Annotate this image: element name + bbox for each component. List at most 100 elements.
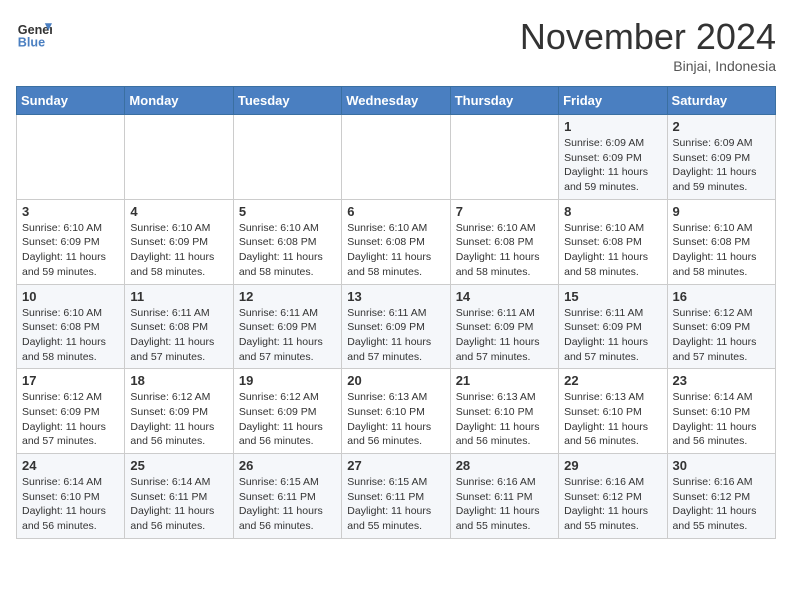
calendar-cell (342, 115, 450, 200)
day-info: Sunrise: 6:11 AM Sunset: 6:09 PM Dayligh… (564, 306, 661, 365)
day-info: Sunrise: 6:09 AM Sunset: 6:09 PM Dayligh… (673, 136, 770, 195)
calendar-cell: 27 Sunrise: 6:15 AM Sunset: 6:11 PM Dayli… (342, 454, 450, 539)
day-number: 20 (347, 373, 444, 388)
day-number: 23 (673, 373, 770, 388)
day-number: 21 (456, 373, 553, 388)
calendar-cell: 12Sunrise: 6:11 AM Sunset: 6:09 PM Dayli… (233, 284, 341, 369)
calendar-cell (233, 115, 341, 200)
week-row-5: 24 Sunrise: 6:14 AM Sunset: 6:10 PM Dayli… (17, 454, 776, 539)
calendar-cell: 5Sunrise: 6:10 AM Sunset: 6:08 PM Daylig… (233, 199, 341, 284)
calendar-cell: 17 Sunrise: 6:12 AM Sunset: 6:09 PM Dayli… (17, 369, 125, 454)
logo: General Blue (16, 16, 52, 52)
day-info: Sunrise: 6:11 AM Sunset: 6:09 PM Dayligh… (347, 306, 444, 365)
day-number: 30 (673, 458, 770, 473)
day-info: Sunrise: 6:14 AM Sunset: 6:10 PM Dayligh… (22, 475, 119, 534)
calendar-cell: 15 Sunrise: 6:11 AM Sunset: 6:09 PM Dayli… (559, 284, 667, 369)
calendar-cell: 25 Sunrise: 6:14 AM Sunset: 6:11 PM Dayli… (125, 454, 233, 539)
day-number: 9 (673, 204, 770, 219)
calendar-cell (450, 115, 558, 200)
day-info: Sunrise: 6:16 AM Sunset: 6:12 PM Dayligh… (673, 475, 770, 534)
calendar-cell: 4Sunrise: 6:10 AM Sunset: 6:09 PM Daylig… (125, 199, 233, 284)
day-number: 26 (239, 458, 336, 473)
logo-icon: General Blue (16, 16, 52, 52)
weekday-header-sunday: Sunday (17, 87, 125, 115)
day-number: 2 (673, 119, 770, 134)
week-row-2: 3 Sunrise: 6:10 AM Sunset: 6:09 PM Daylig… (17, 199, 776, 284)
day-info: Sunrise: 6:12 AM Sunset: 6:09 PM Dayligh… (22, 390, 119, 449)
day-number: 4 (130, 204, 227, 219)
calendar-cell: 30 Sunrise: 6:16 AM Sunset: 6:12 PM Dayli… (667, 454, 775, 539)
day-info: Sunrise: 6:13 AM Sunset: 6:10 PM Dayligh… (564, 390, 661, 449)
day-info: Sunrise: 6:14 AM Sunset: 6:11 PM Dayligh… (130, 475, 227, 534)
day-number: 29 (564, 458, 661, 473)
day-info: Sunrise: 6:16 AM Sunset: 6:11 PM Dayligh… (456, 475, 553, 534)
calendar-cell: 3 Sunrise: 6:10 AM Sunset: 6:09 PM Daylig… (17, 199, 125, 284)
day-number: 17 (22, 373, 119, 388)
calendar-cell: 29 Sunrise: 6:16 AM Sunset: 6:12 PM Dayli… (559, 454, 667, 539)
day-number: 27 (347, 458, 444, 473)
calendar-cell: 22 Sunrise: 6:13 AM Sunset: 6:10 PM Dayli… (559, 369, 667, 454)
calendar-cell: 8Sunrise: 6:10 AM Sunset: 6:08 PM Daylig… (559, 199, 667, 284)
weekday-header-friday: Friday (559, 87, 667, 115)
day-info: Sunrise: 6:10 AM Sunset: 6:08 PM Dayligh… (673, 221, 770, 280)
day-info: Sunrise: 6:15 AM Sunset: 6:11 PM Dayligh… (239, 475, 336, 534)
day-number: 28 (456, 458, 553, 473)
calendar-cell: 18 Sunrise: 6:12 AM Sunset: 6:09 PM Dayli… (125, 369, 233, 454)
calendar-cell: 14 Sunrise: 6:11 AM Sunset: 6:09 PM Dayli… (450, 284, 558, 369)
calendar-cell: 1 Sunrise: 6:09 AM Sunset: 6:09 PM Daylig… (559, 115, 667, 200)
day-info: Sunrise: 6:15 AM Sunset: 6:11 PM Dayligh… (347, 475, 444, 534)
day-info: Sunrise: 6:12 AM Sunset: 6:09 PM Dayligh… (239, 390, 336, 449)
day-info: Sunrise: 6:10 AM Sunset: 6:08 PM Dayligh… (564, 221, 661, 280)
calendar-cell: 20 Sunrise: 6:13 AM Sunset: 6:10 PM Dayli… (342, 369, 450, 454)
day-info: Sunrise: 6:16 AM Sunset: 6:12 PM Dayligh… (564, 475, 661, 534)
calendar-cell: 2 Sunrise: 6:09 AM Sunset: 6:09 PM Daylig… (667, 115, 775, 200)
weekday-header-row: SundayMondayTuesdayWednesdayThursdayFrid… (17, 87, 776, 115)
day-number: 1 (564, 119, 661, 134)
week-row-4: 17 Sunrise: 6:12 AM Sunset: 6:09 PM Dayli… (17, 369, 776, 454)
weekday-header-wednesday: Wednesday (342, 87, 450, 115)
svg-text:Blue: Blue (18, 36, 45, 50)
calendar-cell: 11Sunrise: 6:11 AM Sunset: 6:08 PM Dayli… (125, 284, 233, 369)
day-number: 18 (130, 373, 227, 388)
day-number: 6 (347, 204, 444, 219)
location: Binjai, Indonesia (520, 58, 776, 74)
day-info: Sunrise: 6:09 AM Sunset: 6:09 PM Dayligh… (564, 136, 661, 195)
title-block: November 2024 Binjai, Indonesia (520, 16, 776, 74)
day-info: Sunrise: 6:10 AM Sunset: 6:09 PM Dayligh… (22, 221, 119, 280)
calendar-cell: 26 Sunrise: 6:15 AM Sunset: 6:11 PM Dayli… (233, 454, 341, 539)
weekday-header-tuesday: Tuesday (233, 87, 341, 115)
calendar-cell: 6Sunrise: 6:10 AM Sunset: 6:08 PM Daylig… (342, 199, 450, 284)
weekday-header-thursday: Thursday (450, 87, 558, 115)
day-number: 22 (564, 373, 661, 388)
calendar-cell: 9 Sunrise: 6:10 AM Sunset: 6:08 PM Daylig… (667, 199, 775, 284)
day-number: 13 (347, 289, 444, 304)
day-number: 14 (456, 289, 553, 304)
day-info: Sunrise: 6:11 AM Sunset: 6:09 PM Dayligh… (456, 306, 553, 365)
day-number: 25 (130, 458, 227, 473)
week-row-3: 10Sunrise: 6:10 AM Sunset: 6:08 PM Dayli… (17, 284, 776, 369)
weekday-header-monday: Monday (125, 87, 233, 115)
day-info: Sunrise: 6:10 AM Sunset: 6:08 PM Dayligh… (239, 221, 336, 280)
day-number: 15 (564, 289, 661, 304)
day-info: Sunrise: 6:12 AM Sunset: 6:09 PM Dayligh… (673, 306, 770, 365)
day-number: 16 (673, 289, 770, 304)
calendar-cell: 28 Sunrise: 6:16 AM Sunset: 6:11 PM Dayli… (450, 454, 558, 539)
page-header: General Blue November 2024 Binjai, Indon… (16, 16, 776, 74)
day-info: Sunrise: 6:11 AM Sunset: 6:09 PM Dayligh… (239, 306, 336, 365)
calendar-table: SundayMondayTuesdayWednesdayThursdayFrid… (16, 86, 776, 539)
calendar-cell (17, 115, 125, 200)
calendar-cell: 13 Sunrise: 6:11 AM Sunset: 6:09 PM Dayli… (342, 284, 450, 369)
day-info: Sunrise: 6:10 AM Sunset: 6:08 PM Dayligh… (456, 221, 553, 280)
day-info: Sunrise: 6:13 AM Sunset: 6:10 PM Dayligh… (347, 390, 444, 449)
day-number: 3 (22, 204, 119, 219)
day-info: Sunrise: 6:12 AM Sunset: 6:09 PM Dayligh… (130, 390, 227, 449)
day-info: Sunrise: 6:14 AM Sunset: 6:10 PM Dayligh… (673, 390, 770, 449)
day-number: 24 (22, 458, 119, 473)
weekday-header-saturday: Saturday (667, 87, 775, 115)
calendar-cell: 16 Sunrise: 6:12 AM Sunset: 6:09 PM Dayli… (667, 284, 775, 369)
day-info: Sunrise: 6:13 AM Sunset: 6:10 PM Dayligh… (456, 390, 553, 449)
calendar-cell: 19Sunrise: 6:12 AM Sunset: 6:09 PM Dayli… (233, 369, 341, 454)
calendar-cell (125, 115, 233, 200)
day-number: 7 (456, 204, 553, 219)
day-number: 11 (130, 289, 227, 304)
